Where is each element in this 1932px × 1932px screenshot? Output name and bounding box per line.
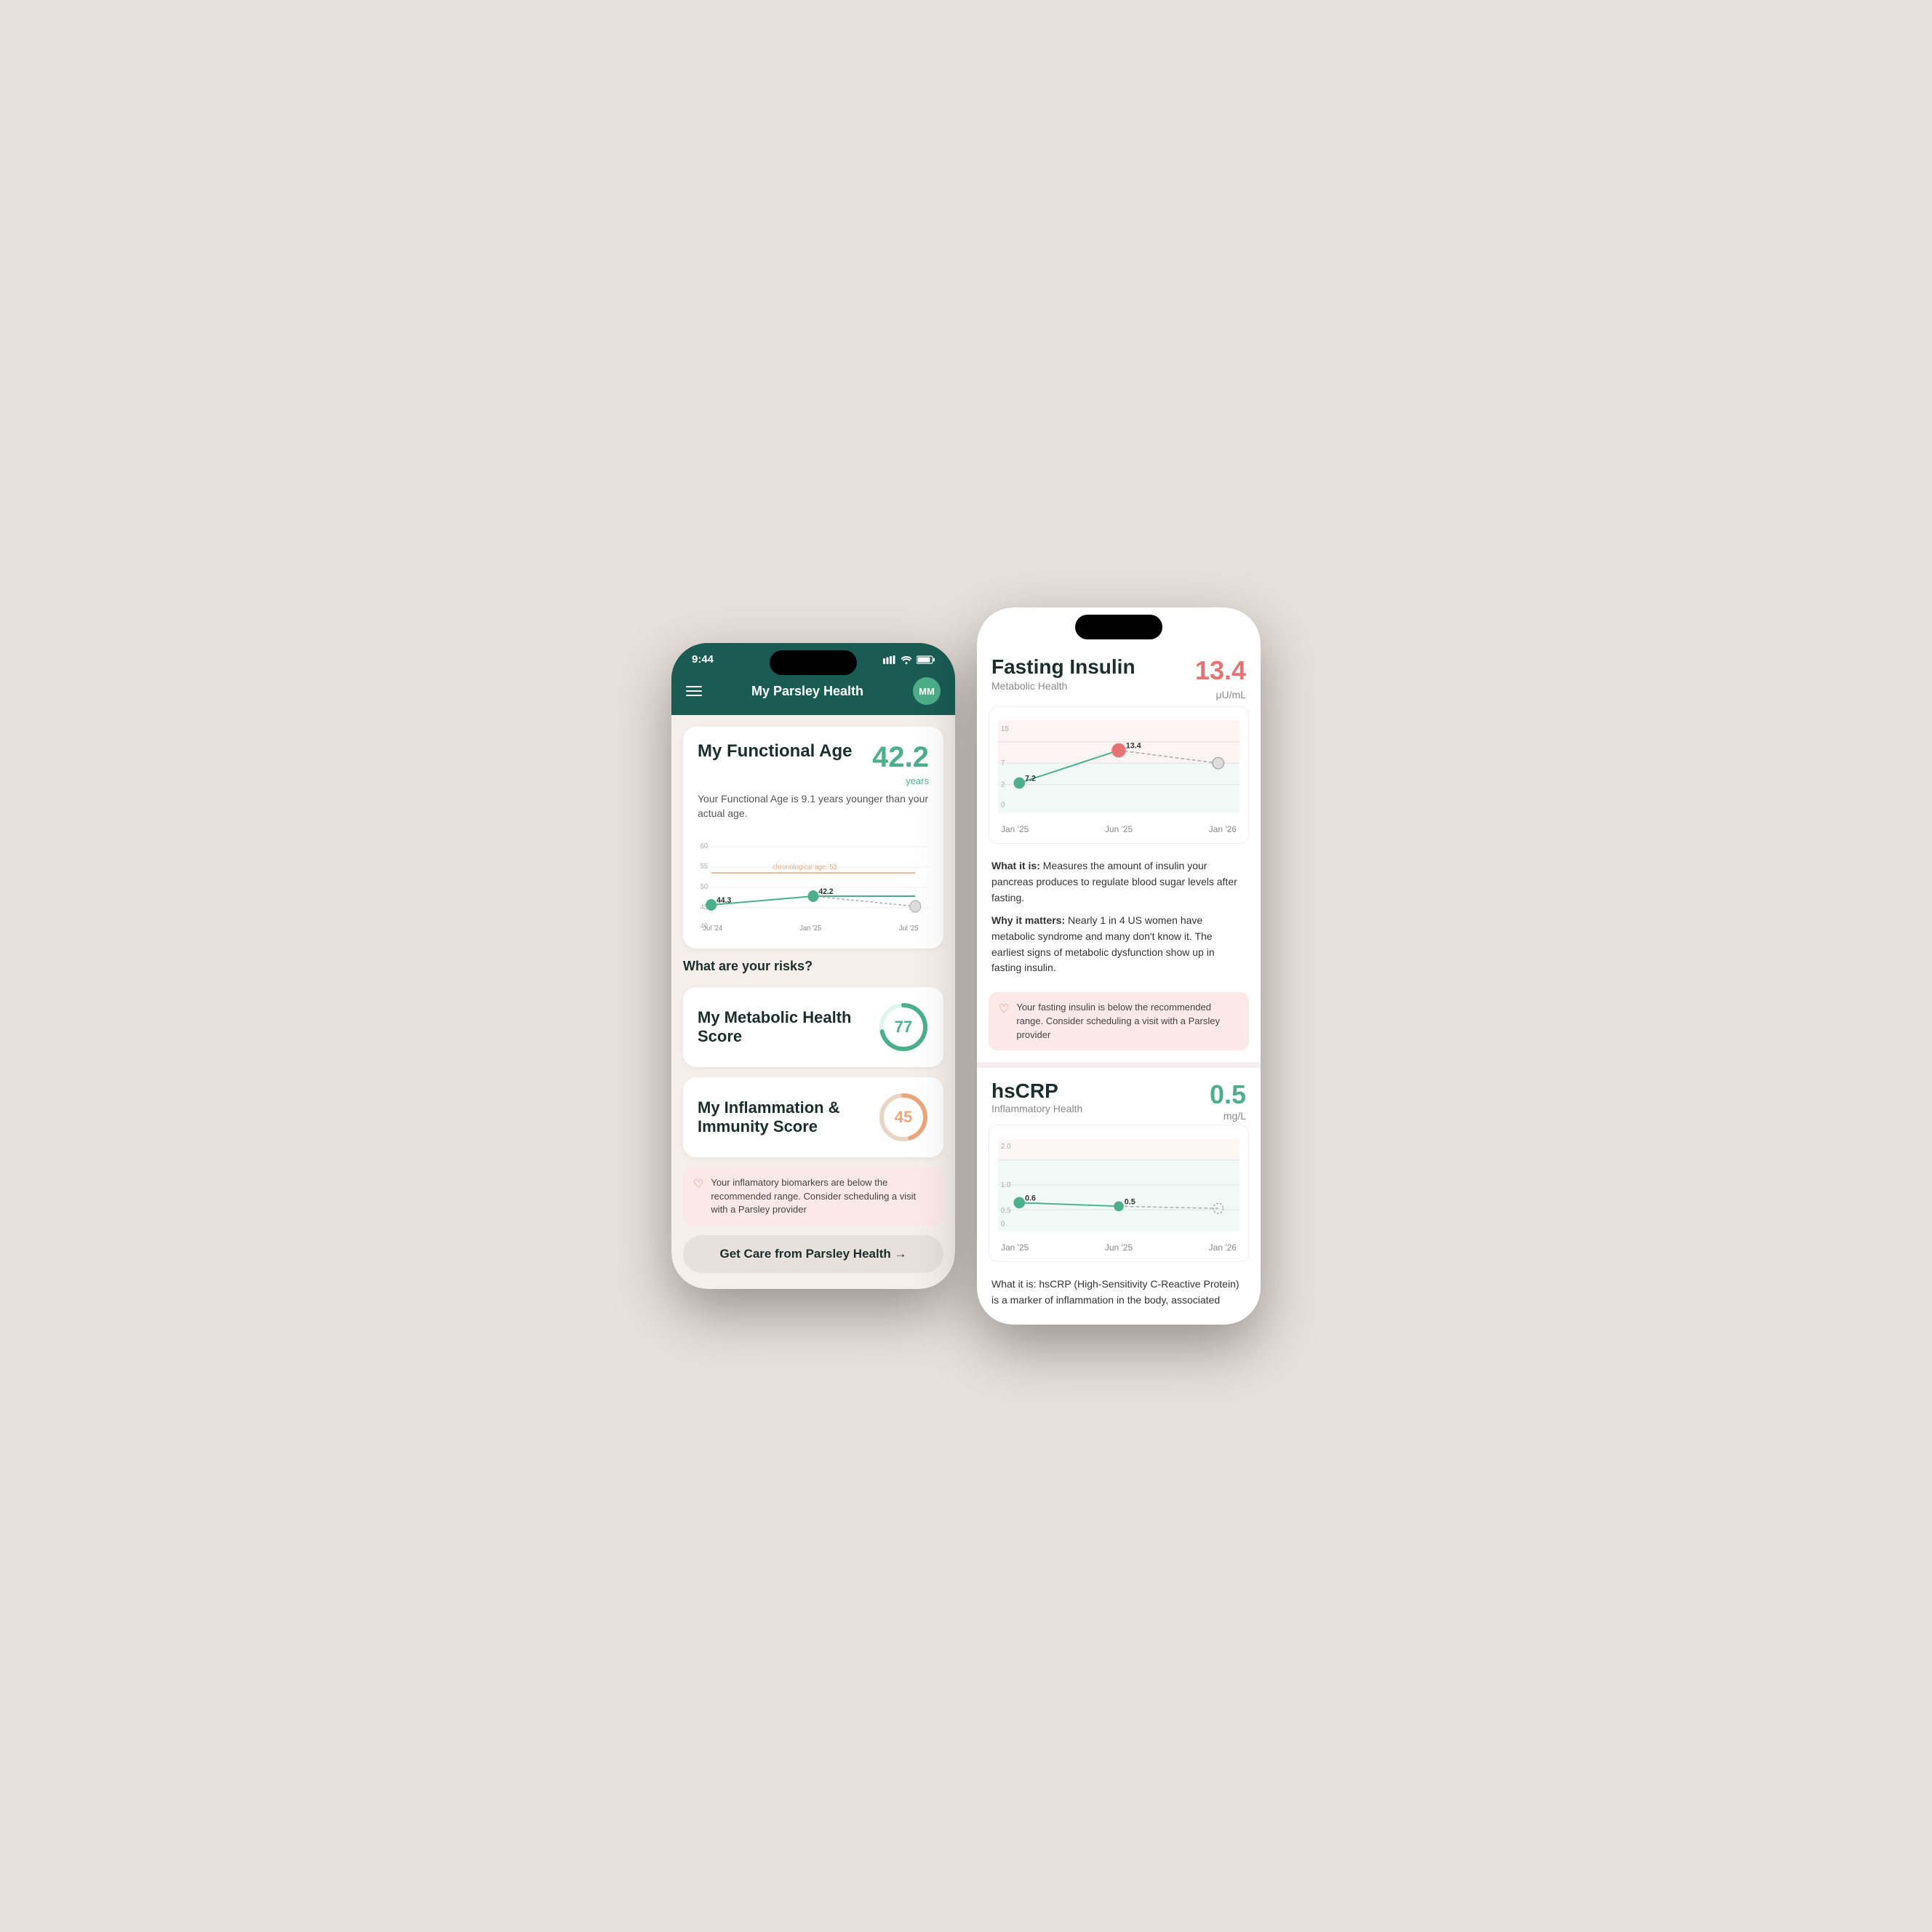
fi-alert-icon: ♡	[999, 1001, 1009, 1018]
why-it-matters-text: Why it matters: Nearly 1 in 4 US women h…	[991, 913, 1246, 976]
what-it-is-text: What it is: Measures the amount of insul…	[991, 858, 1246, 906]
avatar[interactable]: MM	[913, 677, 941, 705]
left-phone: 9:44 My Parsley Health MM My Functional …	[671, 643, 955, 1289]
fasting-insulin-svg: 15 7 2 0 7.2 13.4	[998, 716, 1240, 818]
svg-text:44.3: 44.3	[716, 896, 731, 905]
fasting-insulin-header: Fasting Insulin Metabolic Health 13.4 μU…	[977, 644, 1261, 706]
risks-title: What are your risks?	[683, 959, 943, 974]
inflammation-score-title: My Inflammation & Immunity Score	[698, 1098, 878, 1137]
svg-text:0.5: 0.5	[1001, 1208, 1011, 1216]
hscrp-unit: mg/L	[1210, 1110, 1246, 1122]
app-header: My Parsley Health MM	[671, 670, 955, 715]
fi-axis-1: Jan '25	[1001, 824, 1029, 834]
fasting-insulin-title: Fasting Insulin	[991, 655, 1135, 679]
status-time: 9:44	[692, 653, 714, 666]
inflammation-alert-text: Your inflamatory biomarkers are below th…	[711, 1176, 933, 1216]
fasting-insulin-axis: Jan '25 Jun '25 Jan '26	[998, 824, 1240, 834]
svg-text:7: 7	[1001, 759, 1005, 767]
fasting-insulin-category: Metabolic Health	[991, 680, 1135, 692]
functional-age-card: My Functional Age 42.2 years Your Functi…	[683, 727, 943, 949]
status-icons	[883, 655, 935, 664]
functional-age-unit: years	[872, 775, 929, 786]
fi-axis-2: Jun '25	[1105, 824, 1133, 834]
fasting-insulin-unit: μU/mL	[1195, 689, 1246, 700]
svg-text:7.2: 7.2	[1025, 775, 1036, 783]
svg-text:2: 2	[1001, 781, 1005, 789]
svg-text:55: 55	[700, 863, 708, 871]
functional-age-chart: 60 55 50 45 40 chronological age: 53 44.…	[698, 832, 929, 934]
hscrp-chart-card: 2.0 1.0 0.5 0 0.6 0.5 Jan '25 Jun '25 Ja…	[989, 1125, 1249, 1262]
inflammation-score-circle: 45	[878, 1092, 929, 1143]
svg-text:60: 60	[700, 842, 708, 850]
fasting-insulin-descriptions: What it is: Measures the amount of insul…	[977, 853, 1261, 992]
hscrp-svg: 2.0 1.0 0.5 0 0.6 0.5	[998, 1134, 1240, 1236]
hscrp-value: 0.5	[1210, 1079, 1246, 1110]
risks-section: What are your risks?	[683, 959, 943, 977]
hscrp-category: Inflammatory Health	[991, 1103, 1082, 1114]
hscrp-description: What it is: hsCRP (High-Sensitivity C-Re…	[977, 1271, 1261, 1324]
hscrp-axis: Jan '25 Jun '25 Jan '26	[998, 1242, 1240, 1253]
inflammation-score-value: 45	[895, 1108, 912, 1127]
metabolic-score-value: 77	[895, 1018, 912, 1037]
svg-text:2.0: 2.0	[1001, 1143, 1011, 1151]
functional-age-svg: 60 55 50 45 40 chronological age: 53 44.…	[698, 832, 929, 934]
svg-text:0: 0	[1001, 1221, 1005, 1229]
fasting-insulin-chart-card: 15 7 2 0 7.2 13.4 Jan '25 Jun '25 Jan '2…	[989, 706, 1249, 844]
alert-heart-icon: ♡	[693, 1177, 703, 1193]
svg-text:0: 0	[1001, 802, 1005, 810]
get-care-button[interactable]: Get Care from Parsley Health →	[683, 1235, 943, 1273]
svg-text:Jul '25: Jul '25	[899, 925, 919, 933]
metabolic-score-card[interactable]: My Metabolic Health Score 77	[683, 987, 943, 1067]
hscrp-axis-1: Jan '25	[1001, 1242, 1029, 1253]
section-divider	[977, 1062, 1261, 1068]
svg-text:Jul '24: Jul '24	[703, 925, 722, 933]
hscrp-axis-3: Jan '26	[1209, 1242, 1237, 1253]
functional-age-title: My Functional Age	[698, 741, 852, 762]
svg-text:Jan '25: Jan '25	[799, 925, 821, 933]
svg-text:0.5: 0.5	[1125, 1198, 1135, 1207]
svg-text:13.4: 13.4	[1126, 742, 1141, 751]
right-phone: Fasting Insulin Metabolic Health 13.4 μU…	[977, 607, 1261, 1325]
svg-text:15: 15	[1001, 725, 1009, 733]
svg-text:42.2: 42.2	[818, 887, 833, 896]
svg-text:1.0: 1.0	[1001, 1181, 1011, 1189]
functional-age-value: 42.2	[872, 741, 929, 774]
hscrp-axis-2: Jun '25	[1105, 1242, 1133, 1253]
right-content: Fasting Insulin Metabolic Health 13.4 μU…	[977, 644, 1261, 1325]
menu-button[interactable]	[686, 686, 702, 696]
hscrp-what-it-is: What it is: hsCRP (High-Sensitivity C-Re…	[991, 1277, 1246, 1308]
functional-age-subtitle: Your Functional Age is 9.1 years younger…	[698, 792, 929, 821]
fi-axis-3: Jan '26	[1209, 824, 1237, 834]
svg-text:chronological age: 53: chronological age: 53	[773, 863, 837, 871]
svg-text:50: 50	[700, 883, 708, 891]
svg-text:0.6: 0.6	[1025, 1194, 1036, 1203]
hscrp-header: hsCRP Inflammatory Health 0.5 mg/L	[977, 1068, 1261, 1125]
inflammation-alert: ♡ Your inflamatory biomarkers are below …	[683, 1167, 943, 1225]
inflammation-score-card[interactable]: My Inflammation & Immunity Score 45	[683, 1077, 943, 1157]
hscrp-title: hsCRP	[991, 1079, 1082, 1103]
dynamic-island	[770, 650, 857, 675]
metabolic-score-title: My Metabolic Health Score	[698, 1008, 878, 1047]
metabolic-score-circle: 77	[878, 1002, 929, 1053]
header-title: My Parsley Health	[751, 684, 863, 699]
fasting-insulin-value: 13.4	[1195, 655, 1246, 686]
right-dynamic-island	[1075, 615, 1162, 639]
left-content: My Functional Age 42.2 years Your Functi…	[671, 715, 955, 1289]
fasting-insulin-alert: ♡ Your fasting insulin is below the reco…	[989, 992, 1249, 1051]
fi-alert-text: Your fasting insulin is below the recomm…	[1016, 1001, 1239, 1042]
